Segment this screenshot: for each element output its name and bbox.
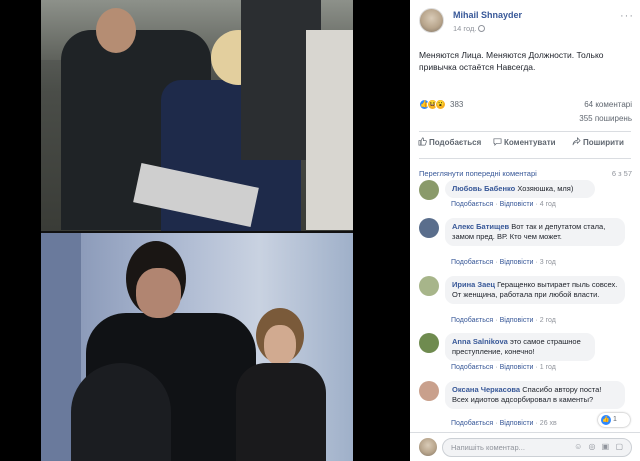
comment-label: Коментувати [504,138,556,147]
share-label: Поширити [583,138,624,147]
comment-bubble: Алекс Батищев Вот так и депутатом стала,… [445,218,625,246]
comment-button[interactable]: Коментувати [493,137,556,147]
comment-bubble: Любовь Бабенко Хозяюшка, мля) [445,180,595,198]
like-label: Подобається [429,138,482,147]
previous-comments-link[interactable]: Переглянути попередні коментарі [419,169,537,178]
commenter-avatar[interactable] [419,218,439,238]
author-name[interactable]: Mihail Shnayder [453,10,522,20]
photo-bottom-panel [41,233,353,461]
commenter-name[interactable]: Любовь Бабенко [452,184,515,193]
comment-time[interactable]: 26 хв [540,420,557,427]
post-time[interactable]: 14 год. [453,24,486,33]
photo-viewer: Mihail Shnayder 14 год. ··· Меняются Лиц… [0,0,640,461]
comment-reply-link[interactable]: Відповісти [500,364,534,371]
commenter-name[interactable]: Алекс Батищев [452,222,509,231]
comment-bubble: Ирина Заец Геращенко вытирает пыль совсе… [445,276,625,304]
comment-bubble: Anna Salnikova это самое страшное престу… [445,333,595,361]
comment-icon [493,138,502,146]
author-avatar[interactable] [419,8,444,33]
comment-reply-link[interactable]: Відповісти [500,420,534,427]
comment-like-link[interactable]: Подобається [451,364,493,371]
commenter-avatar[interactable] [419,180,439,200]
comment-input[interactable]: Напишіть коментар... ☺ ◎ ▣ ▢ [442,438,632,457]
share-button[interactable]: Поширити [572,137,624,147]
user-avatar [419,438,437,456]
post-photo[interactable] [41,0,353,461]
comment-time[interactable]: 2 год [540,317,556,324]
comment-reply-link[interactable]: Відповісти [500,201,534,208]
comment-bubble: Оксана Черкасова Спасибо автору поста! В… [445,381,625,409]
comment-time[interactable]: 1 год [540,364,556,371]
commenter-avatar[interactable] [419,276,439,296]
wow-reaction-icon: 😮 [435,99,446,110]
comments-pager: 6 з 57 [611,169,632,178]
comment-like-badge[interactable]: 👍 1 [598,413,630,427]
post-time-label[interactable]: 14 год. [453,24,476,33]
globe-icon [478,25,486,32]
comment-time[interactable]: 4 год [540,201,556,208]
commenter-avatar[interactable] [419,381,439,401]
commenter-avatar[interactable] [419,333,439,353]
divider [419,131,631,132]
commenter-name[interactable]: Оксана Черкасова [452,385,520,394]
comment-reply-link[interactable]: Відповісти [500,317,534,324]
comment-meta: Подобається · Відповісти · 26 хв [451,420,557,427]
comment-like-link[interactable]: Подобається [451,420,493,427]
comment-input-placeholder: Напишіть коментар... [451,443,525,452]
like-badge-icon: 👍 [601,415,611,425]
like-button[interactable]: Подобається [418,137,481,147]
shares-count-link[interactable]: 355 поширень [579,114,632,123]
commenter-name[interactable]: Ирина Заец [452,280,495,289]
post-text: Меняются Лица. Меняются Должности. Тольк… [419,50,604,72]
like-badge-count: 1 [613,416,617,423]
comment-like-link[interactable]: Подобається [451,201,493,208]
photo-top-panel [41,0,353,231]
comment-meta: Подобається · Відповісти · 3 год [451,259,556,266]
comment-reply-link[interactable]: Відповісти [500,259,534,266]
comment-meta: Подобається · Відповісти · 2 год [451,317,556,324]
emoji-icon[interactable]: ☺ ◎ ▣ ▢ [574,442,625,451]
share-icon [572,137,581,146]
more-options-icon[interactable]: ··· [620,10,634,22]
comment-text: Хозяюшка, мля) [517,184,574,193]
comments-count-link[interactable]: 64 коментарі [584,100,632,109]
comment-meta: Подобається · Відповісти · 1 год [451,364,556,371]
reactions-count: 383 [450,100,464,109]
comment-meta: Подобається · Відповісти · 4 год [451,201,556,208]
post-header: Mihail Shnayder 14 год. ··· [410,0,640,40]
commenter-name[interactable]: Anna Salnikova [452,337,508,346]
post-actions: Подобається Коментувати Поширити [410,137,640,153]
comment-like-link[interactable]: Подобається [451,259,493,266]
divider [419,158,631,159]
post-sidebar: Mihail Shnayder 14 год. ··· Меняются Лиц… [410,0,640,461]
reply-bar: Напишіть коментар... ☺ ◎ ▣ ▢ [410,432,640,461]
comment-like-link[interactable]: Подобається [451,317,493,324]
comment-time[interactable]: 3 год [540,259,556,266]
thumbs-up-icon [418,137,427,146]
